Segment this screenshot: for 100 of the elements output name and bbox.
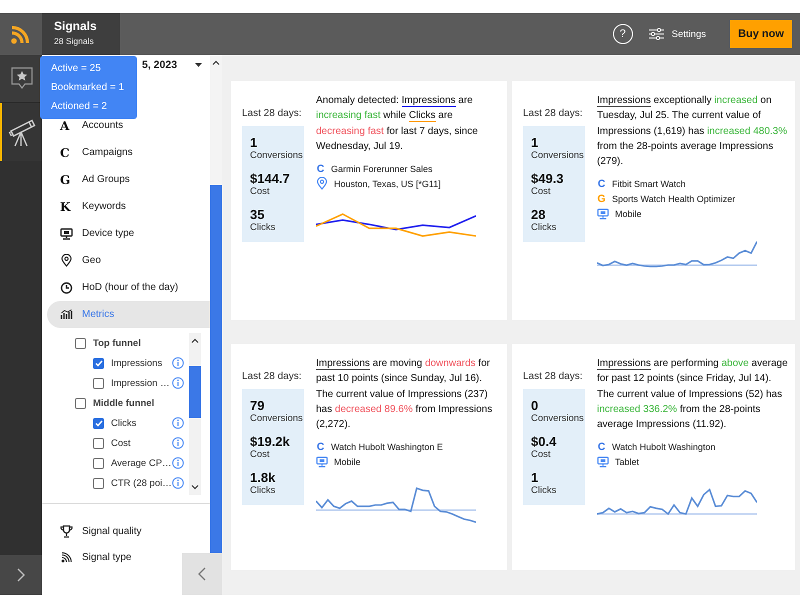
checkbox[interactable] [93, 438, 104, 448]
checkbox-label: Clicks [111, 418, 138, 428]
stat-label: Conversions [250, 150, 304, 162]
signal-message: Impressions are moving downwards for past 10 points (since Sunday, Jul 16). The current value of Impressions (237) has decreased 89.6% from Impressions (2,272). [316, 357, 494, 432]
info-icon[interactable] [172, 357, 184, 369]
letter-icon: C [597, 178, 606, 190]
letter-icon: G [597, 192, 606, 205]
tag-label: Garmin Forerunner Sales [331, 164, 433, 174]
checkbox[interactable] [93, 358, 104, 368]
sidebar-item[interactable]: HoD (hour of the day) [47, 274, 210, 301]
sliders-icon [648, 28, 664, 40]
trophy-icon [60, 524, 73, 538]
stat-label: Conversions [250, 413, 304, 425]
caret-down-icon[interactable] [195, 63, 202, 67]
checkbox-label: Top funnel [93, 338, 142, 348]
date-range-label: 5, 2023 [142, 59, 178, 71]
telescope-icon [8, 117, 36, 147]
tag-label: Houston, Texas, US [*G11] [334, 178, 441, 189]
checkbox[interactable] [75, 338, 86, 348]
scroll-up-icon[interactable] [212, 60, 220, 65]
letter-icon: C [60, 146, 73, 160]
checkbox-label: Impressions [111, 358, 164, 368]
period-label: Last 28 days: [523, 371, 584, 382]
stat-label: Cost [250, 186, 271, 198]
stat-label: Cost [531, 449, 552, 461]
sidebar-item[interactable]: G Ad Groups [47, 166, 210, 193]
checkbox[interactable] [93, 458, 104, 468]
settings-button[interactable]: Settings [648, 26, 706, 42]
check-icon [94, 360, 102, 366]
help-button[interactable]: ? [612, 24, 633, 44]
stat-label: Clicks [531, 222, 558, 234]
signal-message: Anomaly detected: Impressions are increasing fast while Clicks are decreasing fast for last 7 days, since Wednesday, Jul 19. [316, 94, 479, 154]
checkbox[interactable] [93, 478, 104, 488]
tag-label: Mobile [615, 208, 642, 219]
signals-count: 28 Signals [54, 35, 95, 48]
stat-value: $144.7 [250, 171, 291, 186]
stat-value: $0.4 [531, 434, 558, 449]
sidebar-item[interactable]: K Keywords [47, 193, 210, 220]
letter-icon: C [316, 162, 325, 175]
device-icon [316, 456, 328, 468]
chevron-right-icon [17, 568, 25, 582]
bar-chart-icon [60, 309, 73, 320]
tooltip-line: Active = 25 [51, 62, 102, 76]
checkbox[interactable] [93, 418, 104, 428]
letter-icon: G [60, 172, 73, 186]
signal-message: Impressions are performing above average for past 12 points (since Friday, Jul 14). The current value of Impressions (52) has increased 336.2% from the 28-points average Impressions (11.92). [597, 357, 789, 432]
signals-title: Signals [54, 18, 98, 34]
stat-label: Conversions [531, 413, 585, 425]
checkbox-label: CTR (28 poi… [111, 478, 172, 488]
tag-label: Fitbit Smart Watch [612, 178, 686, 189]
info-icon[interactable] [172, 477, 184, 489]
pin-icon [60, 254, 73, 267]
info-icon[interactable] [172, 457, 184, 469]
stat-value: 0 [531, 398, 540, 413]
stat-value: 79 [250, 398, 266, 413]
device-icon [60, 228, 73, 240]
stat-label: Cost [531, 186, 552, 198]
checkbox-label: Cost [111, 438, 132, 448]
signals-header[interactable]: Signals 28 Signals [42, 13, 120, 55]
tag-label: Watch Hubolt Washington E [331, 442, 443, 452]
checkbox[interactable] [93, 378, 104, 388]
scroll-up-icon[interactable] [190, 338, 199, 343]
sidebar-item[interactable]: Device type [47, 220, 210, 247]
info-icon[interactable] [172, 417, 184, 429]
sidebar-item[interactable]: Signal type [47, 544, 142, 570]
pin-icon [316, 177, 328, 190]
checkbox-label: Impression … [111, 378, 171, 388]
stat-value: 1 [250, 135, 258, 150]
period-label: Last 28 days: [242, 371, 302, 382]
letter-icon: K [60, 200, 73, 214]
stat-label: Conversions [531, 150, 585, 162]
info-icon[interactable] [172, 377, 184, 389]
stat-value: 1.8k [250, 470, 276, 485]
info-icon[interactable] [172, 437, 184, 449]
tooltip-line: Bookmarked = 1 [51, 81, 126, 95]
stat-value: 1 [531, 135, 540, 150]
stat-value: 28 [531, 207, 546, 222]
scrollbar-thumb[interactable] [210, 185, 222, 553]
buy-now-button[interactable]: Buy now [730, 20, 792, 48]
stat-label: Clicks [531, 485, 558, 497]
stat-label: Cost [250, 449, 271, 461]
scrollbar-thumb[interactable] [188, 366, 201, 418]
stat-label: Clicks [250, 222, 276, 234]
period-label: Last 28 days: [523, 108, 584, 119]
checkbox[interactable] [75, 398, 86, 408]
signal-message: Impressions exceptionally increased on Tuesday, Jul 25. The current value of Impressions (1,619) has increased 480.3% from the 28-points average Impressions (279). [597, 94, 788, 170]
stat-value: 1 [531, 470, 540, 485]
device-icon [597, 208, 609, 220]
sidebar-item[interactable]: Signal quality [47, 518, 152, 544]
stat-value: $49.3 [531, 171, 565, 186]
check-icon [94, 420, 102, 426]
checkbox-label: Average CP… [111, 458, 172, 468]
letter-icon: C [316, 440, 325, 453]
sidebar-item[interactable]: Geo [47, 247, 210, 274]
tag-label: Watch Hubolt Washington [612, 442, 716, 452]
rss-logo-icon[interactable] [10, 23, 32, 45]
scroll-down-icon[interactable] [190, 485, 199, 490]
tooltip-line: Actioned = 2 [51, 100, 108, 114]
sidebar-item[interactable]: C Campaigns [47, 139, 210, 166]
bookmark-star-icon [11, 66, 33, 90]
